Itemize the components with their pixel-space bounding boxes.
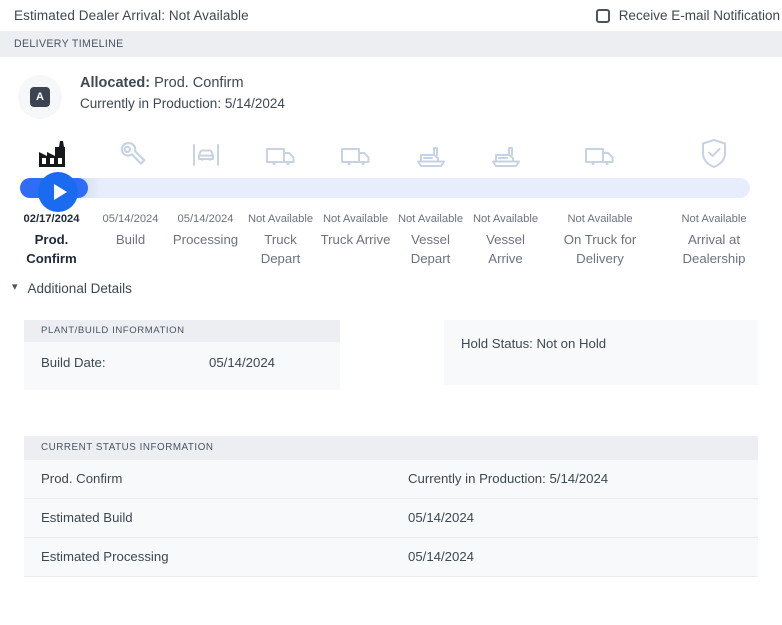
timeline-step[interactable]: 05/14/2024 Processing — [168, 211, 243, 269]
timeline-step[interactable]: 05/14/2024 Build — [93, 211, 168, 269]
timeline-step-date: Not Available — [681, 213, 747, 225]
vessel-arrive-icon — [490, 143, 522, 169]
truck-depart-icon — [265, 143, 297, 169]
additional-details-toggle[interactable]: ▾ Additional Details — [0, 269, 782, 296]
table-row: Estimated Processing 05/14/2024 — [24, 537, 758, 577]
timeline-step-date: 02/17/2024 — [23, 213, 80, 225]
timeline-step-date: Not Available — [397, 213, 464, 225]
plant-build-panel: PLANT/BUILD INFORMATION Build Date: 05/1… — [24, 319, 340, 390]
timeline-icon-vessel-depart[interactable] — [393, 143, 468, 169]
hold-status-panel: Hold Status: Not on Hold — [444, 319, 758, 390]
currently-in-production-text: Currently in Production: 5/14/2024 — [80, 96, 285, 111]
truck-arrive-icon — [340, 143, 372, 169]
timeline-step[interactable]: Not Available Arrival at Dealership — [657, 211, 771, 269]
status-row-value: 05/14/2024 — [408, 549, 475, 565]
timeline-step-date: Not Available — [322, 213, 389, 225]
status-row-value: 05/14/2024 — [408, 510, 475, 526]
timeline-step[interactable]: Not Available Vessel Arrive — [468, 211, 543, 269]
wrench-icon — [116, 139, 146, 169]
allocated-status-label: Allocated: — [80, 75, 151, 91]
details-panels: PLANT/BUILD INFORMATION Build Date: 05/1… — [0, 296, 782, 390]
vessel-depart-icon — [415, 143, 447, 169]
timeline-icon-factory[interactable] — [10, 139, 93, 169]
timeline-step-name: Truck Arrive — [320, 232, 391, 248]
avatar: A — [18, 75, 62, 119]
timeline: 02/17/2024 Prod. Confirm 05/14/2024 Build 05… — [0, 135, 782, 269]
receive-email-notification-label: Receive E-mail Notification — [618, 8, 780, 23]
timeline-icon-delivery-truck[interactable] — [543, 143, 657, 169]
timeline-step[interactable]: Not Available Truck Arrive — [318, 211, 393, 269]
timeline-icon-wrench[interactable] — [93, 139, 168, 169]
avatar-letter: A — [30, 87, 50, 107]
timeline-progress-bar — [10, 172, 772, 212]
allocated-summary: A Allocated: Prod. Confirm Currently in … — [0, 57, 782, 119]
table-row: Estimated Build 05/14/2024 — [24, 498, 758, 538]
table-row: Prod. Confirm Currently in Production: 5/… — [24, 459, 758, 499]
status-row-value: Currently in Production: 5/14/2024 — [408, 471, 609, 487]
timeline-icon-vessel-arrive[interactable] — [468, 143, 543, 169]
chevron-down-icon: ▾ — [12, 280, 18, 293]
current-status-table: CURRENT STATUS INFORMATION Prod. Confirm… — [24, 435, 758, 577]
timeline-step-date: Not Available — [247, 213, 314, 225]
timeline-step-name: Vessel Depart — [410, 232, 451, 267]
delivery-timeline-page: Estimated Dealer Arrival: Not Available … — [0, 0, 782, 625]
status-row-label: Prod. Confirm — [41, 471, 123, 487]
timeline-step-date: Not Available — [567, 213, 633, 225]
timeline-step-date: 05/14/2024 — [102, 213, 159, 225]
timeline-step-name: Arrival at Dealership — [682, 232, 746, 267]
timeline-icon-car-inspection[interactable] — [168, 141, 243, 169]
timeline-step[interactable]: 02/17/2024 Prod. Confirm — [10, 211, 93, 269]
delivery-truck-icon — [584, 143, 616, 169]
hold-status-text: Hold Status: Not on Hold — [444, 319, 758, 385]
delivery-timeline-header: DELIVERY TIMELINE — [0, 31, 782, 57]
timeline-icon-truck-arrive[interactable] — [318, 143, 393, 169]
build-date-value: 05/14/2024 — [209, 354, 276, 370]
car-inspection-icon — [191, 141, 221, 169]
status-row-label: Estimated Processing — [41, 549, 169, 565]
timeline-icon-row — [10, 135, 772, 169]
progress-track — [20, 178, 750, 198]
play-icon — [53, 184, 67, 200]
estimated-dealer-arrival-text: Estimated Dealer Arrival: Not Available — [14, 8, 249, 23]
timeline-icon-truck-depart[interactable] — [243, 143, 318, 169]
timeline-step-name: Vessel Arrive — [486, 232, 525, 267]
timeline-step[interactable]: Not Available On Truck for Delivery — [543, 211, 657, 269]
build-date-label: Build Date: — [41, 354, 106, 370]
top-status-bar: Estimated Dealer Arrival: Not Available … — [0, 0, 782, 31]
timeline-step-name: Prod. Confirm — [26, 232, 77, 267]
plant-build-header: PLANT/BUILD INFORMATION — [24, 319, 340, 342]
timeline-label-row: 02/17/2024 Prod. Confirm 05/14/2024 Build 05… — [10, 211, 772, 269]
play-button[interactable] — [38, 172, 78, 212]
factory-icon — [36, 139, 68, 169]
timeline-step-name: Truck Depart — [260, 232, 301, 267]
timeline-icon-shield-check[interactable] — [657, 138, 771, 169]
timeline-step-name: Build — [115, 232, 146, 248]
email-notification-control[interactable]: Receive E-mail Notification — [595, 8, 780, 23]
shield-check-icon — [700, 138, 728, 169]
plant-build-row: Build Date: 05/14/2024 — [24, 341, 340, 390]
timeline-step-date: 05/14/2024 — [177, 213, 234, 225]
timeline-step-name: Processing — [172, 232, 239, 248]
allocated-status-value: Prod. Confirm — [154, 75, 244, 91]
timeline-step-name: On Truck for Delivery — [563, 232, 637, 267]
timeline-step[interactable]: Not Available Vessel Depart — [393, 211, 468, 269]
additional-details-label: Additional Details — [27, 280, 132, 296]
current-status-header: CURRENT STATUS INFORMATION — [24, 435, 758, 460]
timeline-step-date: Not Available — [472, 213, 539, 225]
status-row-label: Estimated Build — [41, 510, 133, 526]
timeline-step[interactable]: Not Available Truck Depart — [243, 211, 318, 269]
receive-email-notification-checkbox[interactable] — [595, 8, 610, 23]
